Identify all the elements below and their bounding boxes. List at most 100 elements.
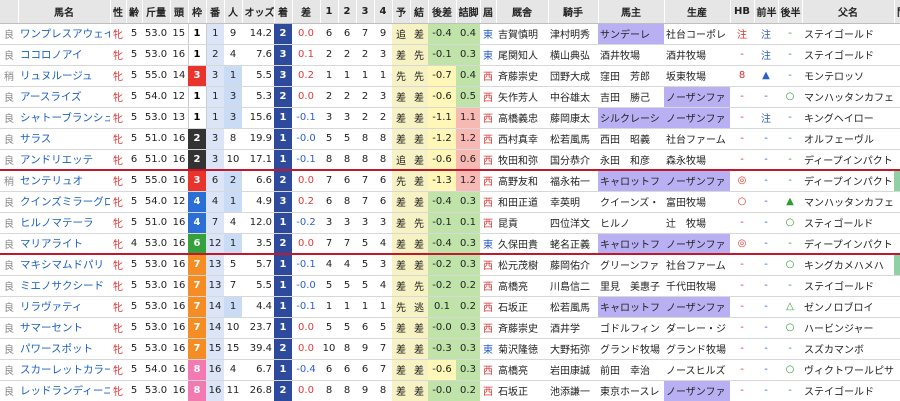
owner-cell: キャロットフ — [598, 296, 664, 318]
column-header[interactable]: 2 — [338, 0, 357, 24]
column-header[interactable]: 騎手 — [548, 0, 599, 24]
trainer-cell: 斉藤崇史 — [496, 65, 548, 87]
corner4-cell: 3 — [374, 254, 392, 276]
column-header[interactable]: 後差 — [428, 0, 457, 24]
second-half-cell: ○ — [778, 254, 802, 276]
table-row[interactable]: 稍リュヌルージュ牝 5 55.0 14 3 3 1 5.5 3 0.2 1 1 1 1 先先 -0.7 0.4 西… — [0, 65, 900, 87]
horse-name-cell[interactable]: マキシマムドパリ — [18, 254, 110, 276]
table-row[interactable]: 良サラス牝 5 51.0 16 2 3 8 19.9 1 -0.0 5 5 8 8 差差 -1.2 1.2 西西村… — [0, 128, 900, 150]
column-header[interactable]: 予 — [392, 0, 411, 24]
column-header[interactable]: オッズ — [242, 0, 275, 24]
weight-cell: 53.0 — [142, 254, 170, 276]
table-row[interactable]: 良ココロノアイ牝 5 53.0 16 1 2 4 7.6 3 0.1 2 2 2 3 差先 -0.1 0.3 東尾… — [0, 44, 900, 66]
horse-name-cell[interactable]: パワースポット — [18, 338, 110, 360]
horse-name-cell[interactable]: サマーセント — [18, 317, 110, 339]
horse-name-cell[interactable]: スカーレットカラー — [18, 359, 110, 381]
horse-name-cell[interactable]: クインズミラーグロ — [18, 191, 110, 213]
table-row[interactable]: 良アンドリエッテ牝 6 51.0 16 2 3 10 17.1 1 -0.1 8 8 8 8 追差 -0.6 0… — [0, 149, 900, 171]
first-half-cell: - — [754, 275, 778, 297]
table-row[interactable]: 良リラヴァティ牝 5 53.0 16 7 14 1 4.4 1 -0.1 1 1 1 1 先逃 0.1 0.2 西… — [0, 296, 900, 318]
column-header[interactable]: 着 — [274, 0, 293, 24]
corner2-cell: 8 — [338, 380, 356, 401]
column-header[interactable]: 屆 — [480, 0, 497, 24]
table-row[interactable]: 良ワンプレスアウェイ牝 5 53.0 15 1 1 9 14.2 2 0.0 6 6 7 9 追差 -0.4 0… — [0, 23, 900, 45]
jockey-cell: 松若風馬 — [548, 128, 598, 150]
sex-cell: 牝 — [110, 359, 126, 381]
corner2-cell: 5 — [338, 317, 356, 339]
column-header[interactable]: 生産 — [664, 0, 731, 24]
column-header[interactable]: 後半 — [778, 0, 803, 24]
column-header[interactable]: 齢 — [126, 0, 143, 24]
column-header[interactable]: 人 — [224, 0, 243, 24]
horse-name-cell[interactable]: サラス — [18, 128, 110, 150]
number-cell: 2 — [206, 44, 224, 66]
result-style-cell: 差 — [410, 233, 428, 255]
column-header[interactable]: 詰脚 — [456, 0, 481, 24]
horse-name-cell[interactable]: ミエノサクシード — [18, 275, 110, 297]
table-row[interactable]: 良スカーレットカラー牝 5 54.0 16 8 16 4 6.7 1 -0.4 6 6 6 7 差差 -0.6… — [0, 359, 900, 381]
table-row[interactable]: 良マリアライト牝 4 53.0 16 6 12 1 3.5 2 0.0 7 7 5 4 差差 -0.4 0.3 東… — [0, 233, 900, 255]
table-row[interactable]: 良レッドランディーニ牝 5 53.0 16 8 16 11 26.8 2 0.0 8 8 9 8 差差 -0.… — [0, 380, 900, 401]
table-row[interactable]: 良ヒルノマテーラ牝 5 51.0 16 4 7 4 12.0 1 -0.2 3 3 3 3 差先 -0.1 0.… — [0, 212, 900, 234]
sire-cell: ヴィクトワールピサ — [802, 359, 894, 381]
track-condition-cell: 良 — [0, 44, 18, 66]
column-header[interactable]: 番 — [206, 0, 225, 24]
owner-cell: 前田 幸治 — [598, 359, 664, 381]
table-row[interactable]: 良クインズミラーグロ牝 5 54.0 12 4 4 1 4.9 3 0.2 6 8 7 6 差差 -0.4 0.… — [0, 191, 900, 213]
horse-name-cell[interactable]: マリアライト — [18, 233, 110, 255]
column-header[interactable]: 1 — [320, 0, 339, 24]
table-row[interactable]: 良ミエノサクシード牝 5 53.0 16 7 13 7 5.5 1 -0.0 5 5 5 4 差先 -0.2 0… — [0, 275, 900, 297]
number-cell: 14 — [206, 317, 224, 339]
horse-name-cell[interactable]: シャトーブランシュ — [18, 107, 110, 129]
horse-name-cell[interactable]: ヒルノマテーラ — [18, 212, 110, 234]
horse-name-cell[interactable]: リュヌルージュ — [18, 65, 110, 87]
horse-name-cell[interactable]: リラヴァティ — [18, 296, 110, 318]
column-header[interactable]: 馬主 — [598, 0, 665, 24]
breeder-cell: ノーザンファ — [664, 233, 730, 255]
trainer-cell: 久保田貴 — [496, 233, 548, 255]
column-header[interactable]: 頭 — [170, 0, 189, 24]
first-half-cell: - — [754, 191, 778, 213]
horse-name-cell[interactable]: ワンプレスアウェイ — [18, 23, 110, 45]
table-row[interactable]: 良マキシマムドパリ牝 5 53.0 16 7 13 5 5.7 1 -0.1 4 4 5 3 差差 -0.2 0… — [0, 254, 900, 276]
jockey-cell: 福永祐一 — [548, 170, 598, 192]
age-cell: 5 — [126, 107, 142, 129]
table-row[interactable]: 稍センテリュオ牝 5 55.0 16 3 6 2 6.6 2 0.0 7 6 7 6 先差 -1.3 1.2 西高… — [0, 170, 900, 192]
column-header[interactable]: 前半 — [754, 0, 779, 24]
horse-name-cell[interactable]: ココロノアイ — [18, 44, 110, 66]
column-header[interactable]: HB — [730, 0, 755, 24]
column-header[interactable]: 結 — [410, 0, 429, 24]
table-row[interactable]: 良サマーセント牝 5 53.0 16 7 14 10 23.7 1 0.0 5 5 6 5 差差 -0.0 0.… — [0, 317, 900, 339]
table-row[interactable]: 良パワースポット牝 5 53.0 16 7 15 15 39.4 2 0.0 10 8 9 7 差差 -0.3… — [0, 338, 900, 360]
number-cell: 6 — [206, 170, 224, 192]
horse-name-cell[interactable]: アースライズ — [18, 86, 110, 108]
closing-leg-cell: 0.2 — [456, 296, 480, 318]
corner2-cell: 4 — [338, 254, 356, 276]
horse-name-cell[interactable]: センテリュオ — [18, 170, 110, 192]
horse-name-cell[interactable]: アンドリエッテ — [18, 149, 110, 171]
horse-name-cell[interactable]: レッドランディーニ — [18, 380, 110, 401]
trainer-cell: 高橋亮 — [496, 275, 548, 297]
finish-cell: 2 — [274, 23, 292, 45]
column-header[interactable]: 差 — [292, 0, 321, 24]
column-header[interactable] — [0, 0, 19, 24]
column-header[interactable]: 父名 — [802, 0, 895, 24]
column-header[interactable]: 性 — [110, 0, 127, 24]
odds-cell: 4.4 — [242, 296, 274, 318]
column-header[interactable]: 4 — [374, 0, 393, 24]
trainer-cell: 菊沢隆徳 — [496, 338, 548, 360]
column-header[interactable]: 枠 — [188, 0, 207, 24]
table-row[interactable]: 良シャトーブランシュ牝 5 53.0 13 1 1 3 15.6 1 -0.1 3 3 2 2 差差 -1.1… — [0, 107, 900, 129]
column-header[interactable]: 3 — [356, 0, 375, 24]
finish-cell: 2 — [274, 233, 292, 255]
column-header[interactable]: 間隔 — [894, 0, 900, 24]
prediction-cell: 追 — [392, 23, 410, 45]
horse-table: 馬名性齢斤量頭枠番人オッズ着差 1 2 3 4 予結後差 詰脚屆厩舎 騎手 馬主 生産 HB 前半 後半… — [0, 0, 900, 401]
column-header[interactable]: 厩舎 — [496, 0, 549, 24]
table-row[interactable]: 良アースライズ牝 5 54.0 12 1 1 3 5.3 2 0.0 2 2 2 3 差差 -0.6 0.5 西矢… — [0, 86, 900, 108]
weight-cell: 54.0 — [142, 359, 170, 381]
field-size-cell: 16 — [170, 44, 188, 66]
late-diff-cell: -0.7 — [428, 65, 456, 87]
column-header[interactable]: 馬名 — [18, 0, 111, 24]
column-header[interactable]: 斤量 — [142, 0, 171, 24]
